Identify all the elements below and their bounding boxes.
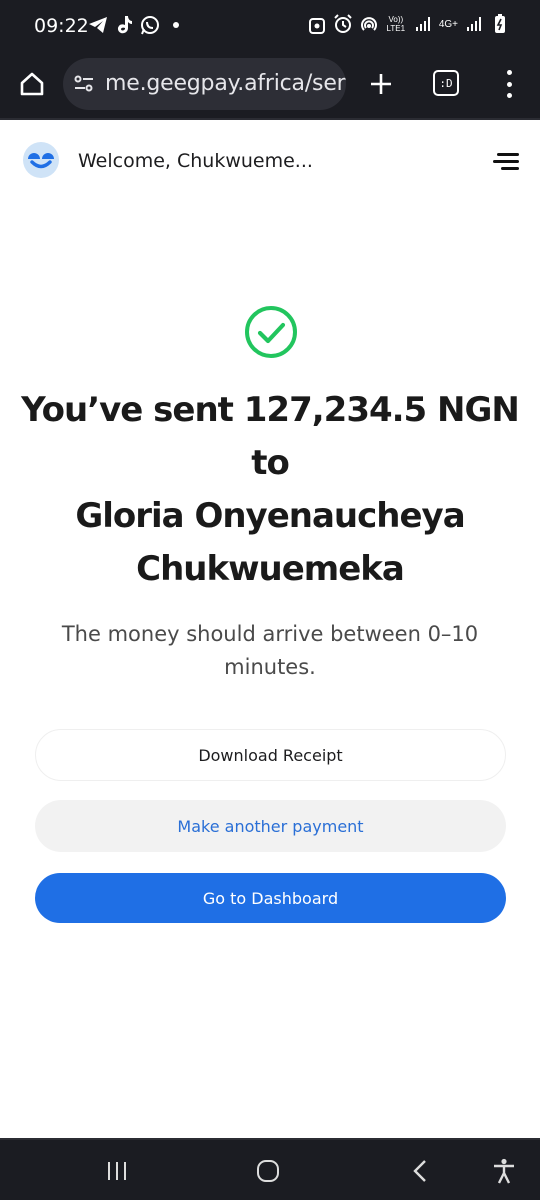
go-to-dashboard-button[interactable]: Go to Dashboard <box>35 873 506 923</box>
url-text[interactable]: me.geegpay.africa/send <box>105 71 346 96</box>
check-circle-icon <box>244 305 298 359</box>
welcome-text: Welcome, Chukwueme... <box>78 150 313 172</box>
download-receipt-button[interactable]: Download Receipt <box>35 729 506 781</box>
make-another-payment-button[interactable]: Make another payment <box>35 800 506 852</box>
vpn-lock-icon <box>307 14 327 34</box>
status-bar: 09:22 Vo)) LTE1 4G+ <box>0 0 540 52</box>
hotspot-icon <box>359 14 379 34</box>
tiktok-icon <box>114 15 134 35</box>
recipient-name-line2: Chukwuemeka <box>136 549 405 589</box>
confirmation-headline: You’ve sent 127,234.5 NGN to Gloria Onye… <box>0 384 540 596</box>
plus-icon[interactable] <box>366 66 396 102</box>
dot-icon <box>166 15 186 35</box>
status-time: 09:22 <box>34 15 89 37</box>
tune-icon[interactable] <box>73 73 95 95</box>
signal-icon <box>413 14 433 34</box>
4g-icon: 4G+ <box>438 18 458 30</box>
back-icon[interactable] <box>408 1156 432 1186</box>
notification-icons <box>88 15 186 35</box>
arrival-time-note: The money should arrive between 0–10 min… <box>61 622 479 679</box>
battery-icon <box>490 14 510 34</box>
system-nav-bar <box>0 1138 540 1200</box>
volte-icon: Vo)) LTE1 <box>386 15 406 33</box>
to-text: to <box>251 443 290 483</box>
system-icons: Vo)) LTE1 4G+ <box>307 14 510 34</box>
home-circle-icon[interactable] <box>255 1156 281 1186</box>
whatsapp-icon <box>140 15 160 35</box>
accessibility-icon[interactable] <box>491 1156 517 1186</box>
address-bar[interactable]: me.geegpay.africa/send <box>63 58 346 110</box>
hamburger-menu-icon[interactable] <box>493 152 519 172</box>
recent-apps-icon[interactable] <box>104 1156 130 1186</box>
signal-icon <box>464 14 484 34</box>
amount-sent-text: You’ve sent 127,234.5 NGN <box>21 390 520 430</box>
geegpay-logo-icon[interactable] <box>23 142 59 178</box>
more-vert-icon[interactable] <box>496 68 522 100</box>
home-icon[interactable] <box>14 66 50 102</box>
telegram-icon <box>88 15 108 35</box>
recipient-name-line1: Gloria Onyenaucheya <box>75 496 465 536</box>
tabs-icon[interactable]: :D <box>433 70 459 96</box>
app-header: Welcome, Chukwueme... <box>0 122 540 200</box>
alarm-icon <box>333 14 353 34</box>
browser-toolbar: me.geegpay.africa/send :D <box>0 52 540 120</box>
